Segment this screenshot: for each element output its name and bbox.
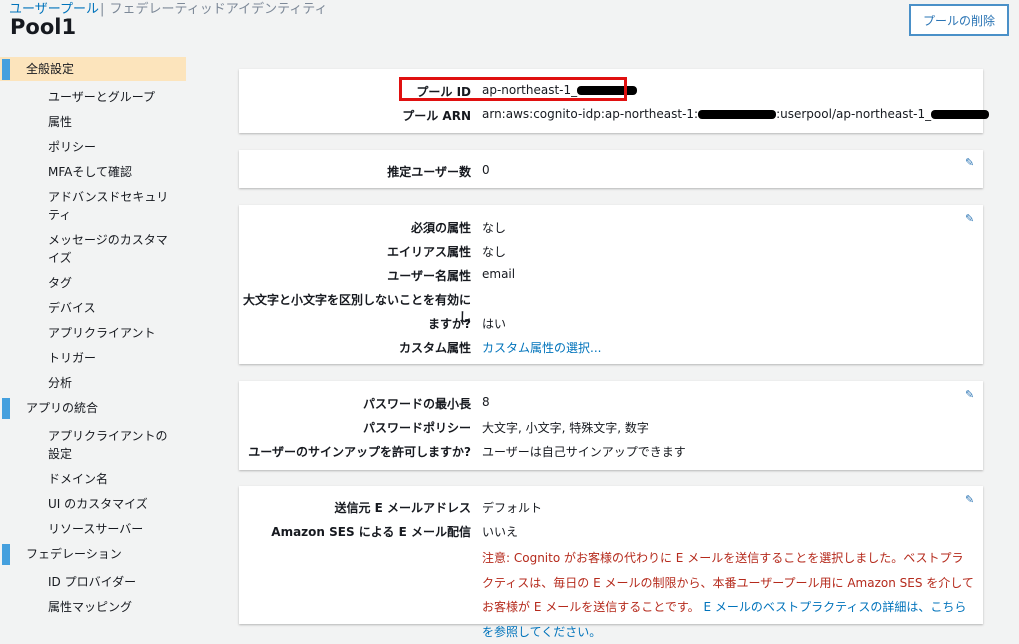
password-policy-label: パスワードポリシー — [362, 421, 471, 435]
tab-separator: | — [99, 2, 105, 17]
ses-delivery-value: いいえ — [482, 525, 519, 539]
sidebar-section-app-integration[interactable]: アプリの統合 — [0, 396, 186, 420]
sidebar-item-attribute-mapping[interactable]: 属性マッピング — [0, 595, 186, 620]
username-attributes-label: ユーザー名属性 — [387, 269, 471, 283]
pool-arn-value: arn:aws:cognito-idp:ap-northeast-1::user… — [482, 107, 990, 121]
pencil-icon[interactable]: ✎ — [965, 213, 975, 224]
estimated-users-label: 推定ユーザー数 — [387, 165, 471, 179]
sidebar-item-app-client-settings[interactable]: アプリクライアントの設定 — [0, 424, 173, 467]
alias-attributes-label: エイリアス属性 — [386, 245, 471, 259]
sidebar-section-general[interactable]: 全般設定 — [0, 57, 186, 81]
sidebar-item-users-groups[interactable]: ユーザーとグループ — [0, 85, 186, 110]
email-card: ✎ 送信元 E メールアドレス デフォルト Amazon SES による E メ… — [239, 486, 983, 639]
sidebar-item-analytics[interactable]: 分析 — [0, 371, 186, 396]
sidebar-item-message-customization[interactable]: メッセージのカスタマイズ — [0, 228, 173, 271]
sidebar-item-attributes[interactable]: 属性 — [0, 110, 186, 135]
attributes-card: ✎ 必須の属性 なし エイリアス属性 なし ユーザー名属性 email 大文字と… — [239, 205, 983, 364]
sidebar-section-federation[interactable]: フェデレーション — [0, 542, 186, 566]
sidebar-section-label: アプリの統合 — [26, 401, 99, 415]
signup-value: ユーザーは自己サインアップできます — [482, 445, 686, 459]
sidebar-item-policies[interactable]: ポリシー — [0, 135, 186, 160]
sidebar-item-domain-name[interactable]: ドメイン名 — [0, 467, 186, 492]
case-insensitive-value: はい — [482, 317, 507, 331]
sidebar-item-mfa[interactable]: MFAそして確認 — [0, 160, 186, 185]
sidebar-item-advanced-security[interactable]: アドバンスドセキュリティ — [0, 185, 173, 228]
password-min-length-label: パスワードの最小長 — [362, 397, 471, 411]
password-card: ✎ パスワードの最小長 8 パスワードポリシー 大文字, 小文字, 特殊文字, … — [239, 381, 983, 470]
pool-arn-label: プール ARN — [402, 109, 471, 123]
username-attributes-value: email — [482, 267, 516, 281]
email-from-value: デフォルト — [482, 501, 543, 515]
sidebar-item-tags[interactable]: タグ — [0, 271, 186, 296]
email-from-label: 送信元 E メールアドレス — [334, 501, 471, 515]
sidebar-item-ui-customization[interactable]: UI のカスタマイズ — [0, 492, 186, 517]
pool-id-highlight — [399, 77, 627, 101]
section-marker — [2, 59, 10, 80]
sidebar-section-label: フェデレーション — [26, 547, 122, 561]
required-attributes-value: なし — [482, 221, 507, 235]
password-policy-value: 大文字, 小文字, 特殊文字, 数字 — [482, 421, 649, 435]
alias-attributes-value: なし — [482, 245, 507, 259]
pencil-icon[interactable]: ✎ — [965, 389, 975, 400]
sidebar-item-triggers[interactable]: トリガー — [0, 346, 186, 371]
signup-label: ユーザーのサインアップを許可しますか? — [248, 445, 471, 459]
redaction-bar — [698, 110, 777, 119]
pencil-icon[interactable]: ✎ — [965, 494, 975, 505]
section-marker — [2, 544, 10, 565]
case-insensitive-label-line2: ますか? — [428, 317, 471, 331]
tab-federated-identities[interactable]: フェデレーティッドアイデンティティ — [110, 2, 328, 17]
required-attributes-label: 必須の属性 — [410, 221, 471, 235]
sidebar-item-identity-providers[interactable]: ID プロバイダー — [0, 570, 186, 595]
sidebar-nav: 全般設定 ユーザーとグループ 属性 ポリシー MFAそして確認 アドバンスドセキ… — [0, 57, 186, 620]
estimated-users-value: 0 — [482, 163, 490, 177]
pencil-icon[interactable]: ✎ — [965, 157, 975, 168]
section-marker — [2, 398, 10, 419]
redaction-bar — [931, 110, 990, 119]
custom-attributes-label: カスタム属性 — [398, 341, 471, 355]
sidebar-section-label: 全般設定 — [26, 62, 75, 76]
sidebar-item-app-clients[interactable]: アプリクライアント — [0, 321, 186, 346]
delete-pool-button[interactable]: プールの削除 — [909, 4, 1009, 36]
sidebar-item-devices[interactable]: デバイス — [0, 296, 186, 321]
password-min-length-value: 8 — [482, 395, 490, 409]
page-title: Pool1 — [10, 15, 77, 39]
sidebar-item-resource-servers[interactable]: リソースサーバー — [0, 517, 186, 542]
users-card: ✎ 推定ユーザー数 0 — [239, 150, 983, 188]
custom-attributes-link[interactable]: カスタム属性の選択... — [482, 339, 601, 356]
ses-delivery-label: Amazon SES による E メール配信 — [271, 525, 471, 539]
ses-warning-note: 注意: Cognito がお客様の代わりに E メールを送信することを選択しまし… — [482, 546, 974, 644]
